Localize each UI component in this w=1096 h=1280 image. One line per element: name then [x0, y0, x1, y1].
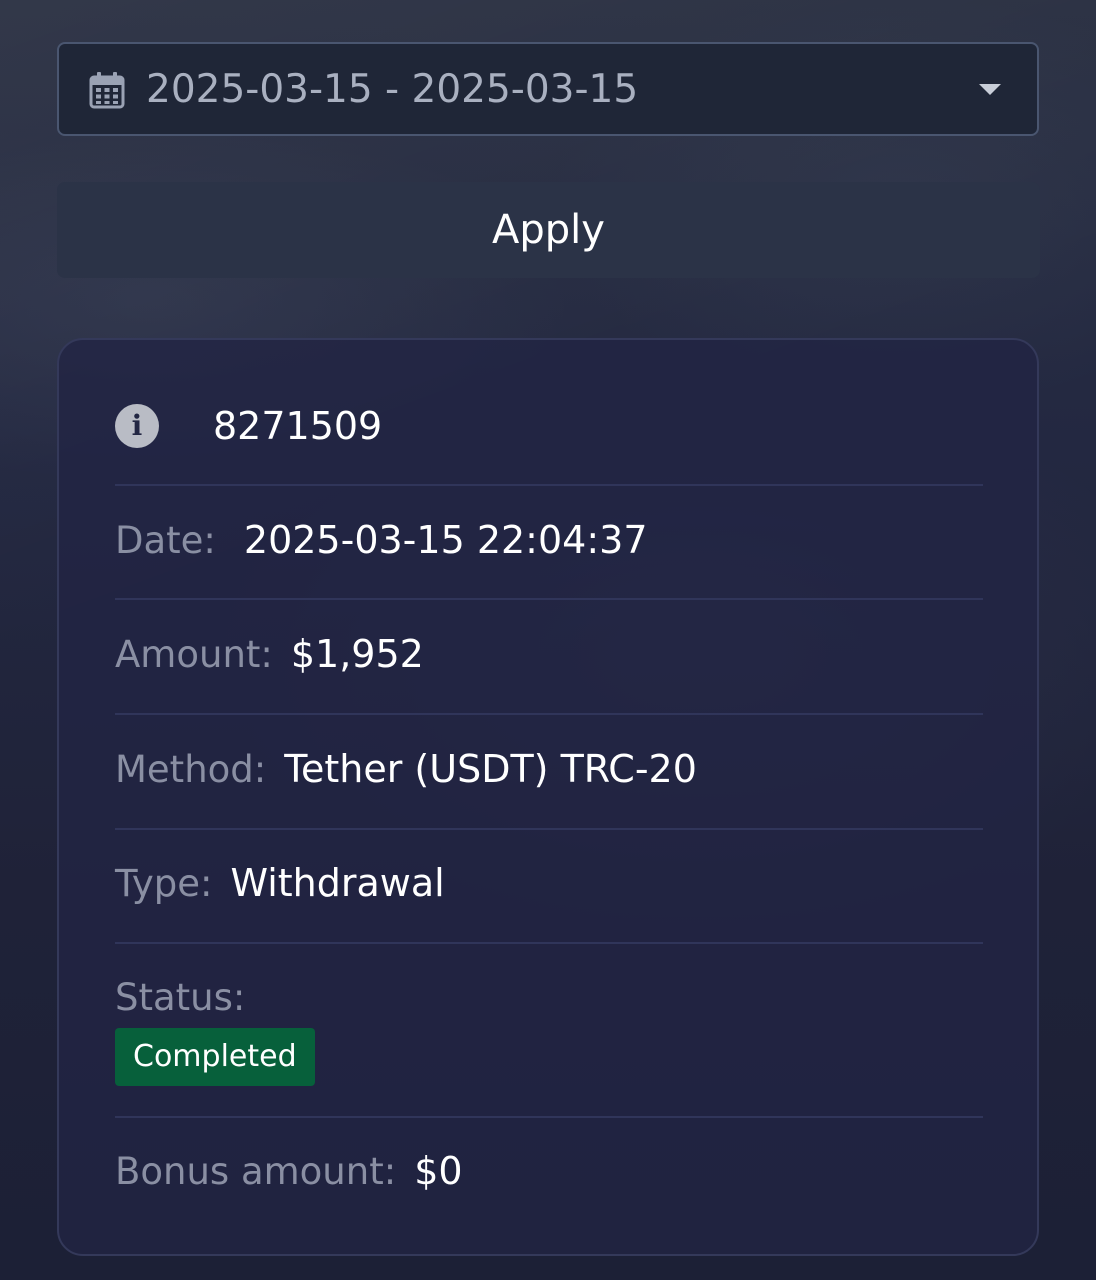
- bonus-amount-label: Bonus amount:: [115, 1149, 397, 1193]
- date-row: Date: 2025-03-15 22:04:37: [115, 518, 983, 562]
- method-value: Tether (USDT) TRC-20: [284, 747, 697, 791]
- status-label: Status:: [115, 976, 246, 1019]
- type-label: Type:: [115, 861, 213, 905]
- divider: [115, 828, 983, 830]
- transaction-card: i 8271509 Date: 2025-03-15 22:04:37 Amou…: [57, 338, 1039, 1256]
- amount-row: Amount: $1,952: [115, 632, 983, 676]
- divider: [115, 942, 983, 944]
- bonus-row: Bonus amount: $0: [115, 1149, 983, 1193]
- date-range-picker[interactable]: 2025-03-15 - 2025-03-15: [57, 42, 1039, 136]
- calendar-icon: [89, 72, 125, 109]
- chevron-down-icon[interactable]: [979, 84, 1001, 95]
- divider: [115, 1116, 983, 1118]
- amount-value: $1,952: [290, 632, 424, 676]
- info-icon[interactable]: i: [115, 404, 159, 448]
- transaction-id-row: i 8271509: [115, 404, 983, 448]
- method-row: Method: Tether (USDT) TRC-20: [115, 747, 983, 791]
- amount-label: Amount:: [115, 632, 273, 676]
- date-range-text: 2025-03-15 - 2025-03-15: [146, 67, 639, 112]
- date-label: Date:: [115, 518, 216, 562]
- bonus-amount-value: $0: [414, 1149, 463, 1193]
- apply-button[interactable]: Apply: [57, 182, 1040, 278]
- divider: [115, 713, 983, 715]
- transaction-id: 8271509: [213, 404, 383, 448]
- method-label: Method:: [115, 747, 267, 791]
- type-row: Type: Withdrawal: [115, 861, 983, 905]
- status-badge: Completed: [115, 1028, 315, 1086]
- status-row: Status:: [115, 976, 983, 1019]
- divider: [115, 598, 983, 600]
- date-value: 2025-03-15 22:04:37: [243, 518, 648, 562]
- type-value: Withdrawal: [230, 861, 445, 905]
- divider: [115, 484, 983, 486]
